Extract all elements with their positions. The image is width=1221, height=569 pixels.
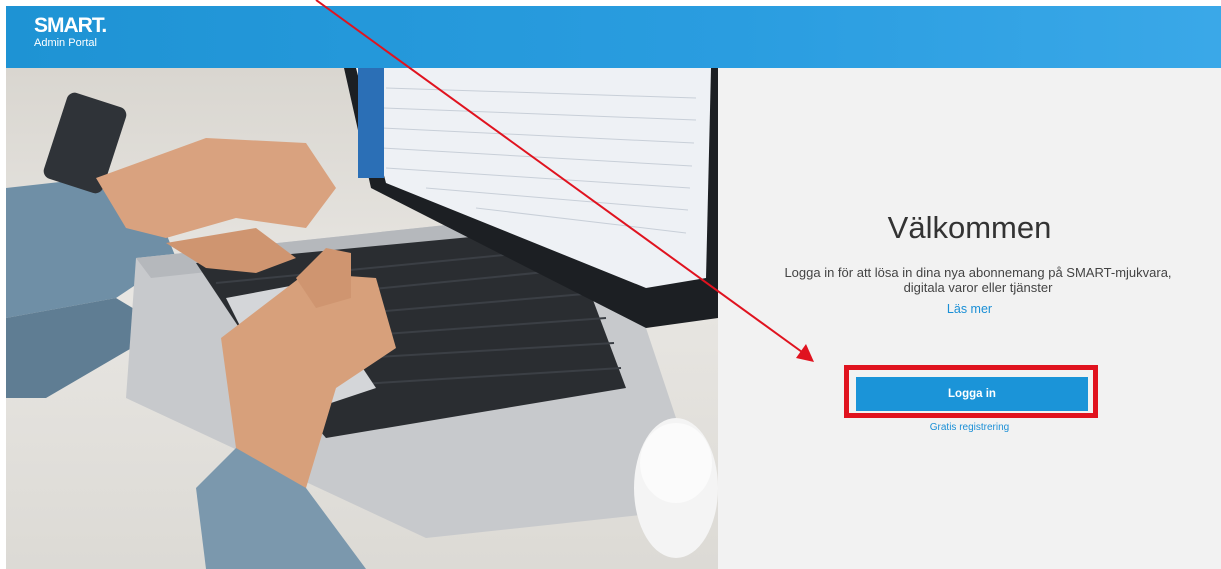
annotation-overlay bbox=[315, 0, 814, 362]
arrow-head-icon bbox=[796, 344, 814, 362]
annotation-arrow-line bbox=[315, 0, 803, 353]
